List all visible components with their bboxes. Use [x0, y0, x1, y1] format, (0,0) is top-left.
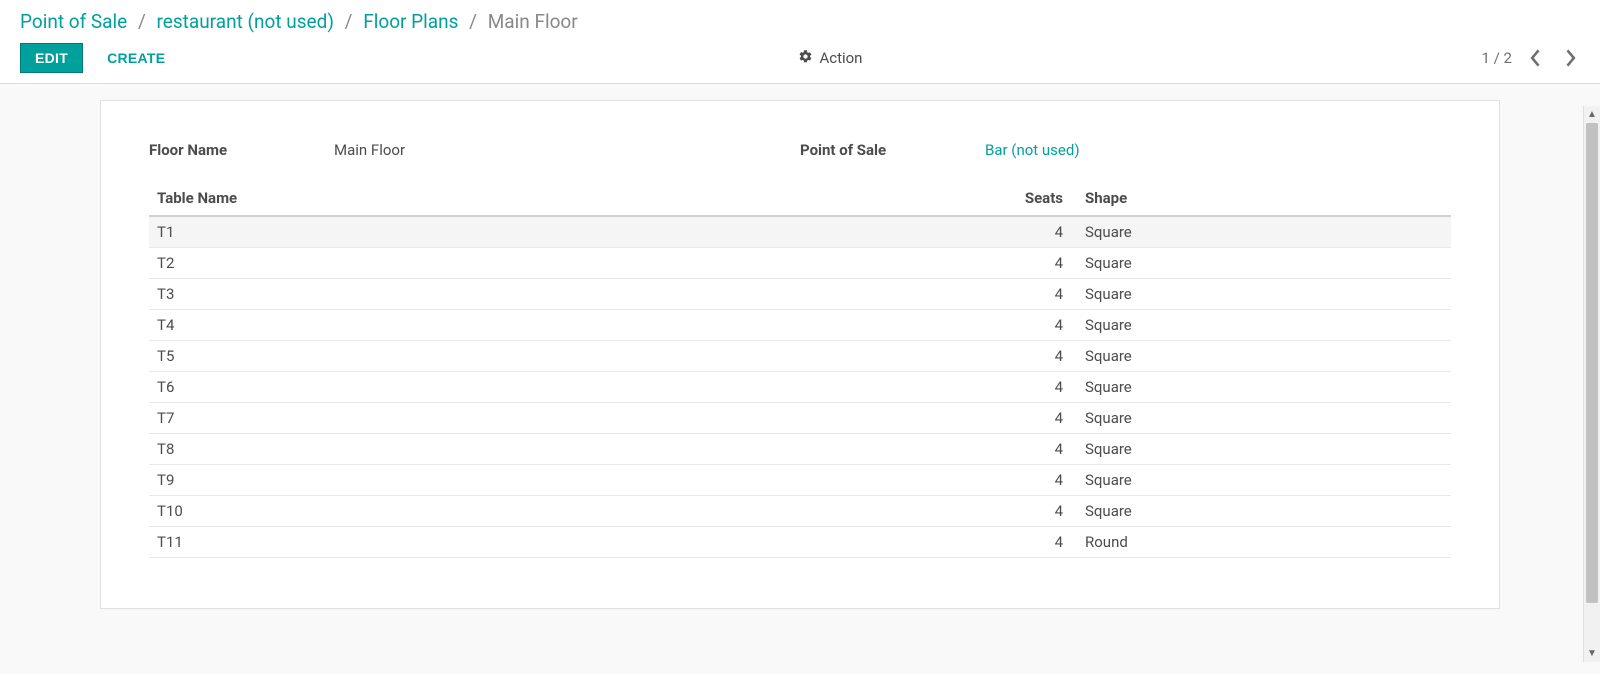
table-row[interactable]: T114Round — [149, 527, 1451, 558]
scroll-up-icon[interactable]: ▲ — [1584, 106, 1600, 123]
cell-seats: 4 — [991, 341, 1071, 372]
table-row[interactable]: T34Square — [149, 279, 1451, 310]
col-header-seats[interactable]: Seats — [991, 181, 1071, 216]
cell-shape: Round — [1071, 527, 1451, 558]
cell-shape: Square — [1071, 248, 1451, 279]
cell-shape: Square — [1071, 434, 1451, 465]
action-menu-label: Action — [819, 49, 862, 67]
table-row[interactable]: T44Square — [149, 310, 1451, 341]
cell-table-name: T11 — [149, 527, 991, 558]
cell-seats: 4 — [991, 496, 1071, 527]
breadcrumb-link-pos[interactable]: Point of Sale — [20, 10, 127, 33]
col-header-shape[interactable]: Shape — [1071, 181, 1451, 216]
cell-seats: 4 — [991, 372, 1071, 403]
chevron-left-icon — [1530, 49, 1542, 67]
cell-seats: 4 — [991, 465, 1071, 496]
breadcrumb-link-restaurant[interactable]: restaurant (not used) — [157, 10, 334, 33]
form-sheet: Floor Name Main Floor Point of Sale Bar … — [100, 100, 1500, 609]
cell-seats: 4 — [991, 527, 1071, 558]
cell-seats: 4 — [991, 434, 1071, 465]
cell-shape: Square — [1071, 310, 1451, 341]
cell-shape: Square — [1071, 279, 1451, 310]
chevron-right-icon — [1564, 49, 1576, 67]
tables-list: Table Name Seats Shape T14SquareT24Squar… — [149, 181, 1451, 558]
cell-table-name: T3 — [149, 279, 991, 310]
scrollbar-thumb[interactable] — [1586, 123, 1598, 603]
cell-seats: 4 — [991, 279, 1071, 310]
cell-table-name: T1 — [149, 216, 991, 248]
edit-button[interactable]: EDIT — [20, 43, 83, 73]
scroll-down-icon[interactable]: ▼ — [1584, 645, 1600, 662]
cell-shape: Square — [1071, 496, 1451, 527]
breadcrumb-current: Main Floor — [488, 10, 578, 33]
breadcrumb-separator: / — [469, 10, 477, 33]
cell-seats: 4 — [991, 216, 1071, 248]
create-button[interactable]: CREATE — [93, 44, 179, 72]
table-row[interactable]: T24Square — [149, 248, 1451, 279]
toolbar: EDIT CREATE Action 1 / 2 — [0, 37, 1600, 84]
pager-prev-button[interactable] — [1526, 49, 1546, 67]
cell-shape: Square — [1071, 216, 1451, 248]
cell-table-name: T6 — [149, 372, 991, 403]
cell-table-name: T5 — [149, 341, 991, 372]
cell-shape: Square — [1071, 372, 1451, 403]
cell-shape: Square — [1071, 403, 1451, 434]
breadcrumb-separator: / — [345, 10, 353, 33]
table-row[interactable]: T94Square — [149, 465, 1451, 496]
cell-shape: Square — [1071, 465, 1451, 496]
gear-icon — [798, 49, 813, 68]
table-row[interactable]: T74Square — [149, 403, 1451, 434]
cell-table-name: T4 — [149, 310, 991, 341]
cell-shape: Square — [1071, 341, 1451, 372]
pager-next-button[interactable] — [1560, 49, 1580, 67]
table-row[interactable]: T54Square — [149, 341, 1451, 372]
cell-table-name: T8 — [149, 434, 991, 465]
table-row[interactable]: T14Square — [149, 216, 1451, 248]
breadcrumb-separator: / — [138, 10, 146, 33]
table-row[interactable]: T64Square — [149, 372, 1451, 403]
content-area: Floor Name Main Floor Point of Sale Bar … — [30, 84, 1570, 674]
pos-value-link[interactable]: Bar (not used) — [985, 141, 1080, 159]
cell-seats: 4 — [991, 403, 1071, 434]
action-menu[interactable]: Action — [798, 49, 862, 68]
pos-label: Point of Sale — [800, 141, 985, 159]
cell-table-name: T2 — [149, 248, 991, 279]
breadcrumb: Point of Sale / restaurant (not used) / … — [0, 0, 1600, 37]
vertical-scrollbar[interactable]: ▲ ▼ — [1583, 106, 1600, 662]
cell-table-name: T10 — [149, 496, 991, 527]
cell-seats: 4 — [991, 310, 1071, 341]
col-header-name[interactable]: Table Name — [149, 181, 991, 216]
breadcrumb-link-floorplans[interactable]: Floor Plans — [363, 10, 458, 33]
cell-seats: 4 — [991, 248, 1071, 279]
cell-table-name: T7 — [149, 403, 991, 434]
form-fields: Floor Name Main Floor Point of Sale Bar … — [149, 141, 1451, 159]
floor-name-value: Main Floor — [334, 141, 405, 159]
table-row[interactable]: T84Square — [149, 434, 1451, 465]
table-row[interactable]: T104Square — [149, 496, 1451, 527]
floor-name-label: Floor Name — [149, 141, 334, 159]
cell-table-name: T9 — [149, 465, 991, 496]
pager-text: 1 / 2 — [1482, 49, 1513, 67]
